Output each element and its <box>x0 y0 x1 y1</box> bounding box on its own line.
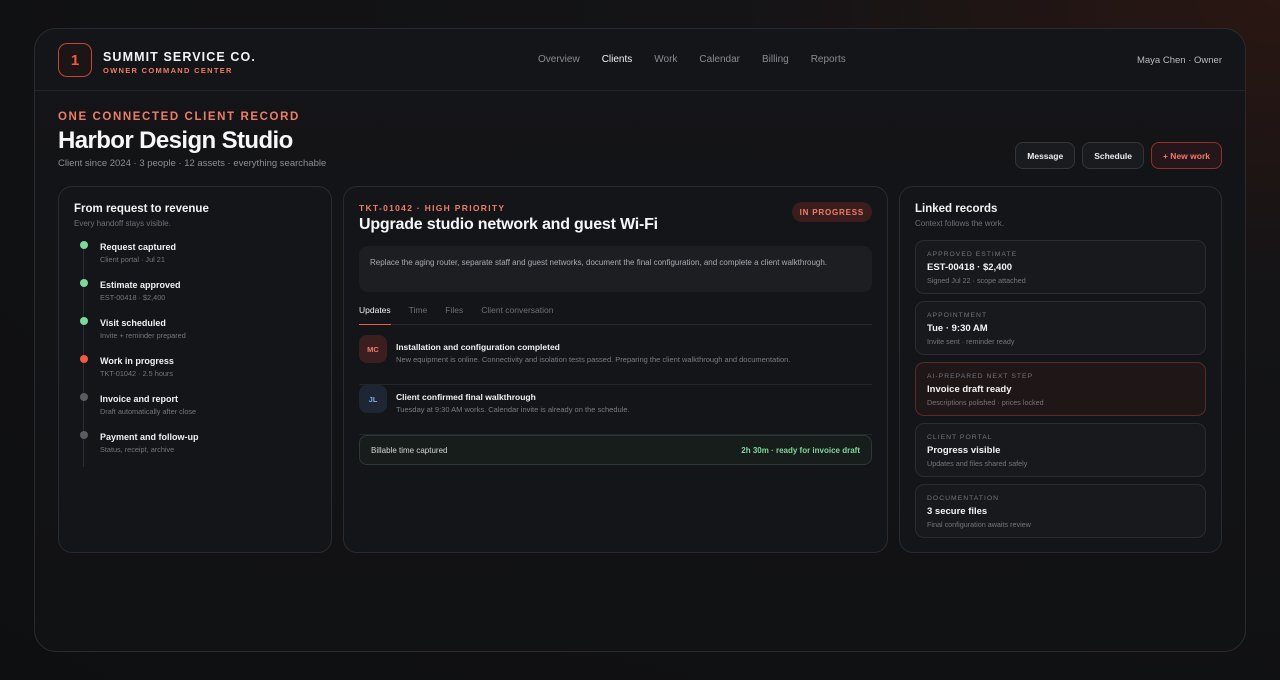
step-meta: EST-00418 · $2,400 <box>100 293 166 302</box>
record-type: DOCUMENTATION <box>927 495 1000 502</box>
schedule-button[interactable]: Schedule <box>1082 142 1144 169</box>
record-type: APPOINTMENT <box>927 312 988 319</box>
ticket-card: TKT-01042 · HIGH PRIORITY Upgrade studio… <box>343 186 888 553</box>
step-label: Invoice and report <box>100 394 179 404</box>
update-title: Client confirmed final walkthrough <box>396 392 536 402</box>
record-title: Progress visible <box>927 445 1001 456</box>
record-meta: Final configuration awaits review <box>927 520 1031 529</box>
record-meta: Descriptions polished · prices locked <box>927 398 1044 407</box>
linked-records-title: Linked records <box>915 203 998 215</box>
step-label: Payment and follow-up <box>100 432 199 442</box>
step-label: Visit scheduled <box>100 318 166 328</box>
ticket-title: Upgrade studio network and guest Wi-Fi <box>359 216 658 233</box>
update-text: New equipment is online. Connectivity an… <box>396 355 791 364</box>
tab-time[interactable]: Time <box>409 305 428 325</box>
linked-record[interactable]: APPROVED ESTIMATE EST-00418 · $2,400 Sig… <box>915 240 1206 294</box>
record-meta: Invite sent · reminder ready <box>927 337 1015 346</box>
billable-time-bar: Billable time captured 2h 30m · ready fo… <box>359 435 872 465</box>
step-meta: Status, receipt, archive <box>100 445 175 454</box>
new-work-button[interactable]: + New work <box>1150 142 1222 169</box>
timeline-step[interactable]: Invoice and report Draft automatically a… <box>74 389 314 427</box>
step-done-dot-icon <box>80 279 88 287</box>
timeline-step[interactable]: Request captured Client portal · Jul 21 <box>74 237 314 275</box>
record-type: AI-PREPARED NEXT STEP <box>927 373 1034 380</box>
record-title: EST-00418 · $2,400 <box>927 262 1013 273</box>
nav-clients[interactable]: Clients <box>602 54 633 65</box>
record-type: APPROVED ESTIMATE <box>927 251 1018 258</box>
timeline-card: From request to revenue Every handoff st… <box>58 186 332 553</box>
record-title: 3 secure files <box>927 506 988 517</box>
step-label: Work in progress <box>100 356 174 366</box>
step-pending-dot-icon <box>80 393 88 401</box>
ticket-id: TKT-01042 · HIGH PRIORITY <box>359 203 506 213</box>
timeline-subtitle: Every handoff stays visible. <box>74 219 171 228</box>
nav-calendar[interactable]: Calendar <box>699 54 740 65</box>
record-meta: Updates and files shared safely <box>927 459 1028 468</box>
step-done-dot-icon <box>80 317 88 325</box>
update-item[interactable]: JL Client confirmed final walkthrough Tu… <box>359 385 872 435</box>
record-meta: Signed Jul 22 · scope attached <box>927 276 1026 285</box>
brand-subtitle: OWNER COMMAND CENTER <box>103 66 233 75</box>
message-button[interactable]: Message <box>1015 142 1076 169</box>
step-meta: Client portal · Jul 21 <box>100 255 165 264</box>
step-label: Request captured <box>100 242 177 252</box>
timeline-step[interactable]: Payment and follow-up Status, receipt, a… <box>74 427 314 465</box>
billable-label: Billable time captured <box>371 446 448 455</box>
top-bar: 1 SUMMIT SERVICE CO. OWNER COMMAND CENTE… <box>35 29 1245 91</box>
timeline-step[interactable]: Work in progress TKT-01042 · 2.5 hours <box>74 351 314 389</box>
tab-files[interactable]: Files <box>445 305 463 325</box>
app-window: 1 SUMMIT SERVICE CO. OWNER COMMAND CENTE… <box>34 28 1246 652</box>
linked-records-card: Linked records Context follows the work.… <box>899 186 1222 553</box>
ticket-description: Replace the aging router, separate staff… <box>359 246 872 292</box>
tab-updates[interactable]: Updates <box>359 305 391 325</box>
step-label: Estimate approved <box>100 280 181 290</box>
main-nav: Overview Clients Work Calendar Billing R… <box>538 54 868 65</box>
tab-client-conversation[interactable]: Client conversation <box>481 305 553 325</box>
linked-records-subtitle: Context follows the work. <box>915 219 1004 228</box>
timeline-step[interactable]: Visit scheduled Invite + reminder prepar… <box>74 313 314 351</box>
nav-reports[interactable]: Reports <box>811 54 846 65</box>
linked-record[interactable]: AI-PREPARED NEXT STEP Invoice draft read… <box>915 362 1206 416</box>
step-meta: Invite + reminder prepared <box>100 331 186 340</box>
brand-name: SUMMIT SERVICE CO. <box>103 50 256 64</box>
nav-work[interactable]: Work <box>654 54 677 65</box>
billable-value: 2h 30m · ready for invoice draft <box>741 446 860 455</box>
record-title: Tue · 9:30 AM <box>927 323 988 334</box>
page-eyebrow: ONE CONNECTED CLIENT RECORD <box>58 111 300 123</box>
record-title: Invoice draft ready <box>927 384 1012 395</box>
step-meta: Draft automatically after close <box>100 407 197 416</box>
update-title: Installation and configuration completed <box>396 342 560 352</box>
header-actions: Message Schedule + New work <box>1015 142 1222 169</box>
linked-record[interactable]: APPOINTMENT Tue · 9:30 AM Invite sent · … <box>915 301 1206 355</box>
step-meta: TKT-01042 · 2.5 hours <box>100 369 174 378</box>
step-active-dot-icon <box>80 355 88 363</box>
status-badge: IN PROGRESS <box>791 202 872 222</box>
timeline-step[interactable]: Estimate approved EST-00418 · $2,400 <box>74 275 314 313</box>
page-subtitle: Client since 2024 · 3 people · 12 assets… <box>58 158 327 169</box>
user-menu[interactable]: Maya Chen · Owner <box>1137 55 1222 66</box>
update-item[interactable]: MC Installation and configuration comple… <box>359 335 872 385</box>
record-type: CLIENT PORTAL <box>927 434 993 441</box>
step-done-dot-icon <box>80 241 88 249</box>
avatar: JL <box>359 385 387 413</box>
brand-logo[interactable]: 1 <box>58 43 92 77</box>
timeline-title: From request to revenue <box>74 203 209 215</box>
linked-record[interactable]: CLIENT PORTAL Progress visible Updates a… <box>915 423 1206 477</box>
linked-record[interactable]: DOCUMENTATION 3 secure files Final confi… <box>915 484 1206 538</box>
step-pending-dot-icon <box>80 431 88 439</box>
update-text: Tuesday at 9:30 AM works. Calendar invit… <box>396 405 630 414</box>
page-title: Harbor Design Studio <box>58 127 293 154</box>
avatar: MC <box>359 335 387 363</box>
ticket-tabs: Updates Time Files Client conversation <box>359 305 872 325</box>
nav-overview[interactable]: Overview <box>538 54 580 65</box>
nav-billing[interactable]: Billing <box>762 54 789 65</box>
